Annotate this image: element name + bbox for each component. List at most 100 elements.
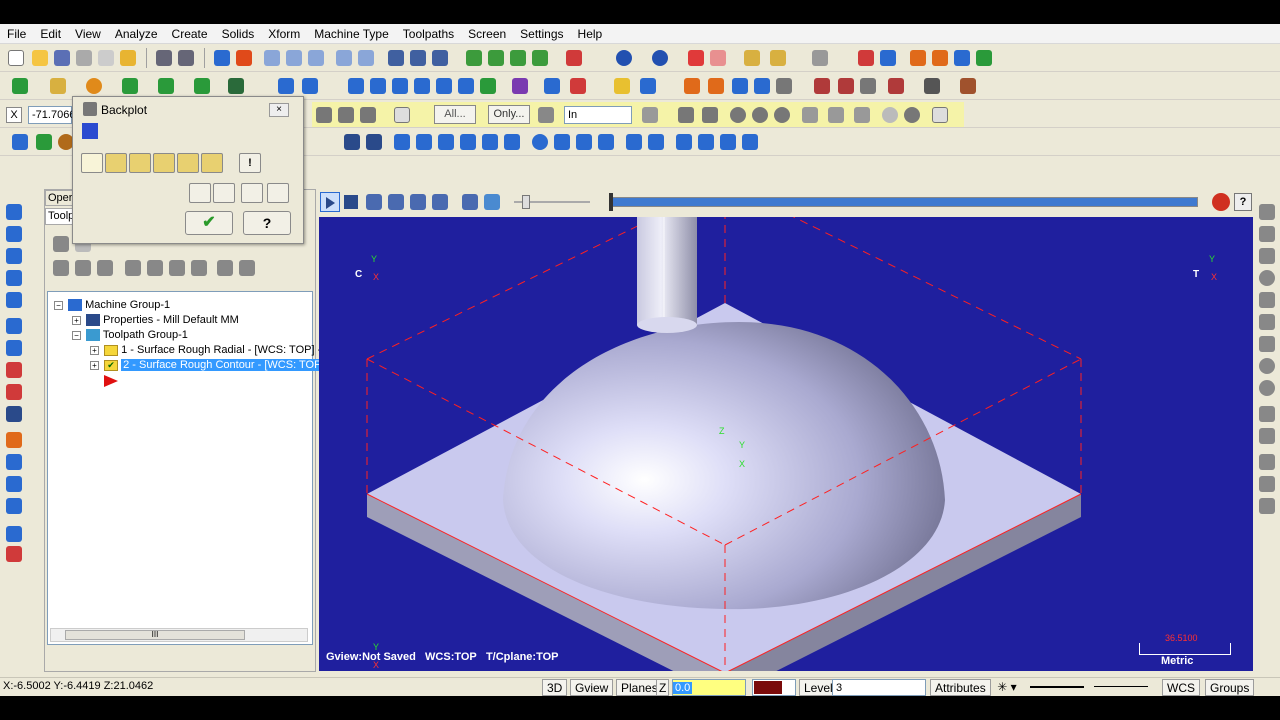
surface-ruled-icon[interactable] — [36, 134, 52, 150]
solid-revolve-icon[interactable] — [1259, 226, 1275, 242]
xform-move-icon[interactable] — [348, 78, 364, 94]
select-all-button[interactable]: All... — [434, 105, 476, 124]
break-icon[interactable] — [302, 78, 318, 94]
cube-shaded-icon[interactable] — [366, 134, 382, 150]
point-icon[interactable] — [12, 78, 28, 94]
verify-icon[interactable] — [814, 78, 830, 94]
bulb-icon[interactable] — [614, 78, 630, 94]
xform-stretch-icon[interactable] — [480, 78, 496, 94]
out-icon[interactable] — [774, 107, 790, 123]
table-icon[interactable] — [880, 50, 896, 66]
tree-node-operation-1[interactable]: + 1 - Surface Rough Radial - [WCS: TOP] … — [90, 343, 327, 358]
backplot-help-icon[interactable]: ? — [1234, 193, 1252, 211]
right-view-icon[interactable] — [532, 50, 548, 66]
scrollbar-thumb[interactable]: III — [65, 630, 245, 640]
surface-finish-icon[interactable] — [6, 340, 22, 356]
circle-icon[interactable] — [904, 107, 920, 123]
rotate-icon[interactable] — [410, 50, 426, 66]
gear-icon[interactable] — [538, 107, 554, 123]
toolpath-icon[interactable] — [6, 204, 22, 220]
step-forward-button[interactable] — [410, 194, 426, 210]
solid-loft-icon[interactable] — [1259, 270, 1275, 286]
run-mode-button[interactable] — [484, 194, 500, 210]
collapse-icon[interactable]: − — [72, 330, 81, 340]
wireframe-icon[interactable] — [6, 384, 22, 400]
collapse-dialog-icon[interactable] — [82, 123, 98, 139]
display-tool-button[interactable] — [105, 153, 127, 173]
scroll-icon[interactable] — [191, 260, 207, 276]
wcs-button[interactable]: WCS — [1162, 679, 1200, 696]
new-file-icon[interactable] — [8, 50, 24, 66]
trim-surface-icon[interactable] — [438, 134, 454, 150]
progress-marker[interactable] — [609, 193, 613, 211]
rewind-start-button[interactable] — [366, 194, 382, 210]
mask-icon[interactable] — [338, 107, 354, 123]
torus-surface-icon[interactable] — [598, 134, 614, 150]
insert-arrow-icon[interactable] — [169, 260, 185, 276]
3d-button[interactable]: 3D — [542, 679, 568, 696]
mirror-icon[interactable] — [910, 50, 926, 66]
z-depth-field[interactable]: 0.0 — [672, 679, 746, 696]
level-select[interactable]: 3 — [832, 679, 926, 696]
polygon-icon[interactable] — [702, 107, 718, 123]
fillet-icon[interactable] — [122, 78, 138, 94]
zoom-out-icon[interactable] — [336, 50, 352, 66]
lathe-icon[interactable] — [6, 432, 22, 448]
open-folder-icon[interactable] — [32, 50, 48, 66]
zoom-target-icon[interactable] — [358, 50, 374, 66]
cube-icon[interactable] — [344, 134, 360, 150]
pen-tool-icon[interactable] — [960, 78, 976, 94]
move-up-icon[interactable] — [147, 260, 163, 276]
level-icon[interactable] — [640, 78, 656, 94]
play-button[interactable] — [320, 192, 340, 212]
trim-toolpath-icon[interactable] — [6, 476, 22, 492]
help-arrow-icon[interactable] — [858, 50, 874, 66]
window-icon[interactable] — [678, 107, 694, 123]
split-surface-icon[interactable] — [482, 134, 498, 150]
tool-icon[interactable] — [812, 50, 828, 66]
shaded-icon[interactable] — [566, 50, 582, 66]
step-mode-button[interactable] — [189, 183, 211, 203]
stop-button[interactable] — [344, 195, 358, 209]
tab-toolpaths[interactable]: Toolp — [45, 208, 74, 225]
wcs-icon[interactable] — [512, 78, 528, 94]
sphere-surface-icon[interactable] — [532, 134, 548, 150]
pocket-icon[interactable] — [6, 248, 22, 264]
menu-edit[interactable]: Edit — [33, 24, 68, 44]
intersect-icon[interactable] — [802, 107, 818, 123]
single-view-icon[interactable] — [217, 260, 233, 276]
gview-button[interactable]: Gview — [570, 679, 614, 696]
solid-thicken-icon[interactable] — [1259, 476, 1275, 492]
menu-file[interactable]: File — [0, 24, 33, 44]
xform-rotate-icon[interactable] — [392, 78, 408, 94]
expand-icon[interactable]: + — [72, 315, 81, 325]
cone-surface-icon[interactable] — [576, 134, 592, 150]
zoom-in-icon[interactable] — [308, 50, 324, 66]
net-surface-icon[interactable] — [648, 134, 664, 150]
forward-end-button[interactable] — [432, 194, 448, 210]
patch-surface-icon[interactable] — [742, 134, 758, 150]
extend-surface-icon[interactable] — [460, 134, 476, 150]
dialog-close-icon[interactable]: × — [269, 103, 289, 117]
tree-node-operation-2[interactable]: + ✔ 2 - Surface Rough Contour - [WCS: TO… — [90, 358, 327, 373]
offset-surface-icon[interactable] — [416, 134, 432, 150]
swept-surface-icon[interactable] — [720, 134, 736, 150]
mode-icon[interactable] — [642, 107, 658, 123]
xform-offset-icon[interactable] — [436, 78, 452, 94]
surface-rough-icon[interactable] — [6, 318, 22, 334]
horizontal-scrollbar[interactable]: III — [50, 628, 308, 642]
line-icon[interactable] — [50, 78, 66, 94]
merge-icon[interactable] — [120, 50, 136, 66]
redo-icon[interactable] — [178, 50, 194, 66]
chain-select-icon[interactable] — [828, 107, 844, 123]
wave-icon[interactable] — [75, 260, 91, 276]
solid-fillet-icon[interactable] — [1259, 292, 1275, 308]
globe-icon[interactable] — [616, 50, 632, 66]
menu-screen[interactable]: Screen — [461, 24, 513, 44]
chain-icon[interactable] — [732, 78, 748, 94]
solid-draft-icon[interactable] — [1259, 428, 1275, 444]
post-icon[interactable] — [860, 78, 876, 94]
menu-toolpaths[interactable]: Toolpaths — [396, 24, 461, 44]
tree-node-properties[interactable]: + Properties - Mill Default MM — [72, 313, 239, 328]
solid-chamfer-icon[interactable] — [1259, 314, 1275, 330]
